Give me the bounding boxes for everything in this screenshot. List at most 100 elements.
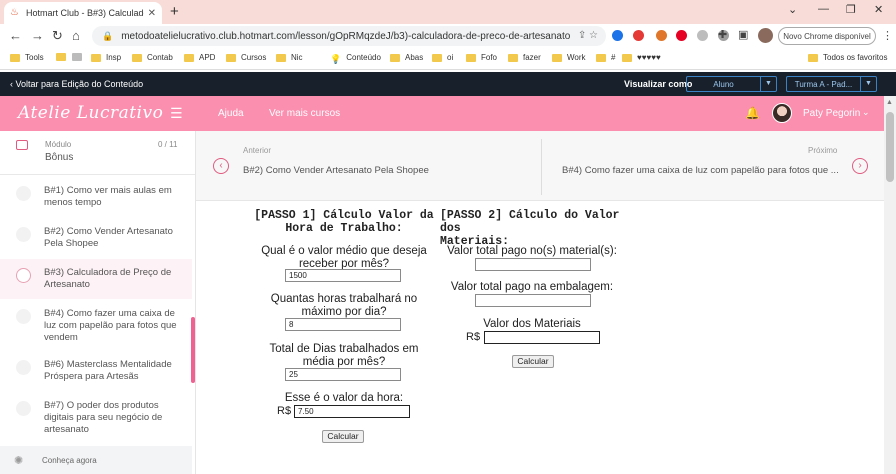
cta-banner[interactable]: ✺ Conheça agora	[0, 446, 192, 474]
back-to-edit-link[interactable]: ‹ Voltar para Edição do Conteúdo	[10, 79, 143, 89]
new-tab-button[interactable]: +	[170, 3, 179, 20]
lesson-item[interactable]: B#4) Como fazer uma caixa de luz com pap…	[0, 300, 192, 352]
hour-value-output[interactable]: 7.50	[294, 405, 410, 418]
folder-icon	[596, 53, 606, 62]
bookmark-folder[interactable]: Tools	[10, 53, 44, 62]
forward-arrow-icon[interactable]: →	[31, 28, 44, 43]
maximize-icon[interactable]: ❐	[846, 3, 856, 16]
lesson-status-icon	[16, 360, 31, 375]
lesson-title: B#4) Como fazer uma caixa de luz com pap…	[44, 308, 177, 343]
next-lesson-link[interactable]: B#4) Como fazer uma caixa de luz com pap…	[562, 165, 839, 176]
youtube-extension-icon[interactable]	[633, 30, 644, 41]
price-calculator: [PASSO 1] Cálculo Valor da Hora de Traba…	[196, 201, 884, 474]
monthly-income-input[interactable]: 1500	[285, 269, 401, 282]
days-per-month-input[interactable]: 25	[285, 368, 401, 381]
bell-icon[interactable]: 🔔	[745, 106, 760, 120]
lesson-navigation: ‹ Anterior B#2) Como Vender Artesanato P…	[196, 131, 884, 201]
avatar[interactable]	[772, 103, 792, 123]
bookmark-star-icon[interactable]: ⇪ ☆	[578, 30, 598, 41]
bookmark-label: #	[611, 53, 616, 62]
tab-title: Hotmart Club - B#3) Calculadora	[25, 8, 144, 18]
chevron-down-icon[interactable]: ⌄	[862, 107, 870, 118]
role-select[interactable]: Aluno ▼	[686, 76, 777, 92]
lock-icon[interactable]: 🔒	[102, 31, 113, 42]
chevron-left-icon[interactable]: ‹	[213, 158, 229, 174]
extension-icon[interactable]	[656, 30, 667, 41]
bookmark-folder[interactable]: Contab	[132, 53, 173, 62]
reload-icon[interactable]: ↻	[52, 28, 63, 44]
address-bar[interactable]: 🔒 metodoatelielucrativo.club.hotmart.com…	[92, 26, 606, 46]
divider	[541, 139, 542, 195]
back-arrow-icon[interactable]: ←	[9, 28, 22, 43]
site-logo[interactable]: Atelie Lucrativo	[18, 103, 163, 123]
chrome-menu-icon[interactable]: ⋮	[882, 29, 893, 42]
user-name[interactable]: Paty Pegorin	[803, 108, 860, 119]
lesson-title: B#1) Como ver mais aulas em menos tempo	[44, 185, 172, 208]
class-select-value: Turma A - Pad...	[794, 79, 853, 89]
minimize-icon[interactable]: —	[818, 3, 829, 15]
side-panel-icon[interactable]: ▣	[738, 28, 748, 41]
lesson-item[interactable]: B#7) O poder dos produtos digitais para …	[0, 394, 192, 444]
bookmark-folder[interactable]: ♥♥♥♥♥	[622, 53, 661, 62]
lesson-item[interactable]: B#2) Como Vender Artesanato Pela Shopee	[0, 218, 192, 258]
materials-value-output[interactable]	[484, 331, 600, 344]
page-scrollbar[interactable]: ▲	[884, 96, 896, 474]
lesson-title: B#3) Calculadora de Preço de Artesanato	[44, 267, 172, 290]
bookmark-label: Nic	[291, 53, 303, 62]
home-icon[interactable]: ⌂	[72, 28, 80, 43]
class-select[interactable]: Turma A - Pad... ▼	[786, 76, 877, 92]
bookmark-folder[interactable]: Insp	[91, 53, 121, 62]
materials-value-label: Valor dos Materiais	[483, 318, 581, 330]
bookmark-folder[interactable]: oi	[432, 53, 453, 62]
profile-avatar-icon[interactable]	[758, 28, 773, 43]
close-window-icon[interactable]: ✕	[874, 3, 883, 16]
lesson-item[interactable]: B#1) Como ver mais aulas em menos tempo	[0, 177, 192, 217]
extension-icon[interactable]	[612, 30, 623, 41]
hamburger-menu-icon[interactable]: ☰	[170, 105, 183, 122]
calculate-hour-button[interactable]: Calcular	[322, 430, 364, 443]
bookmark-folder[interactable]: Fofo	[466, 53, 497, 62]
packaging-cost-input[interactable]	[475, 294, 591, 307]
prev-lesson-link[interactable]: B#2) Como Vender Artesanato Pela Shopee	[243, 165, 429, 176]
bookmark-folder[interactable]	[72, 53, 87, 61]
lesson-status-icon	[16, 186, 31, 201]
currency-label: R$	[466, 331, 481, 343]
close-tab-icon[interactable]: ✕	[148, 8, 156, 19]
lesson-item[interactable]: B#6) Masterclass Mentalidade Próspera pa…	[0, 353, 192, 393]
all-bookmarks[interactable]: Todos os favoritos	[808, 53, 887, 62]
bookmark-folder[interactable]: #	[596, 53, 615, 62]
sidebar-scrollbar[interactable]	[191, 317, 195, 383]
bookmark-folder[interactable]: Nic	[276, 53, 303, 62]
bookmark-folder[interactable]: Cursos	[226, 53, 266, 62]
chevron-right-icon[interactable]: ›	[852, 158, 868, 174]
folder-icon	[16, 140, 28, 150]
scrollbar-thumb[interactable]	[886, 112, 894, 182]
pinterest-extension-icon[interactable]	[676, 30, 687, 41]
bookmark-folder[interactable]: APD	[184, 53, 215, 62]
bookmark-label: oi	[447, 53, 454, 62]
bookmark-folder[interactable]: fazer	[508, 53, 541, 62]
module-progress: 0 / 11	[158, 140, 178, 149]
folder-icon	[432, 53, 442, 62]
bookmark-folder[interactable]	[56, 53, 71, 61]
bookmark-folder[interactable]: Work	[552, 53, 586, 62]
browser-tab-strip: ♨ Hotmart Club - B#3) Calculadora ✕ + ⌄ …	[0, 0, 896, 24]
browser-tab[interactable]: ♨ Hotmart Club - B#3) Calculadora ✕	[4, 2, 162, 24]
help-link[interactable]: Ajuda	[218, 108, 244, 119]
bookmark-folder[interactable]: Abas	[390, 53, 423, 62]
extensions-puzzle-icon[interactable]: ✚	[718, 28, 727, 41]
scroll-up-icon[interactable]: ▲	[886, 99, 893, 106]
extension-icon[interactable]	[697, 30, 708, 41]
more-courses-link[interactable]: Ver mais cursos	[269, 108, 340, 119]
hours-per-day-input[interactable]: 8	[285, 318, 401, 331]
bookmark-label: Fofo	[481, 53, 498, 62]
bookmark-label: fazer	[523, 53, 541, 62]
lesson-item-active[interactable]: B#3) Calculadora de Preço de Artesanato	[0, 259, 192, 299]
materials-cost-input[interactable]	[475, 258, 591, 271]
calculate-materials-button[interactable]: Calcular	[512, 355, 554, 368]
tab-search-icon[interactable]: ⌄	[788, 3, 797, 16]
bookmark-folder[interactable]: 💡 Conteúdo	[330, 53, 381, 64]
module-header[interactable]: Módulo Bônus 0 / 11	[0, 131, 195, 175]
chrome-update-chip[interactable]: Novo Chrome disponível	[778, 27, 876, 45]
role-select-value: Aluno	[713, 79, 734, 89]
